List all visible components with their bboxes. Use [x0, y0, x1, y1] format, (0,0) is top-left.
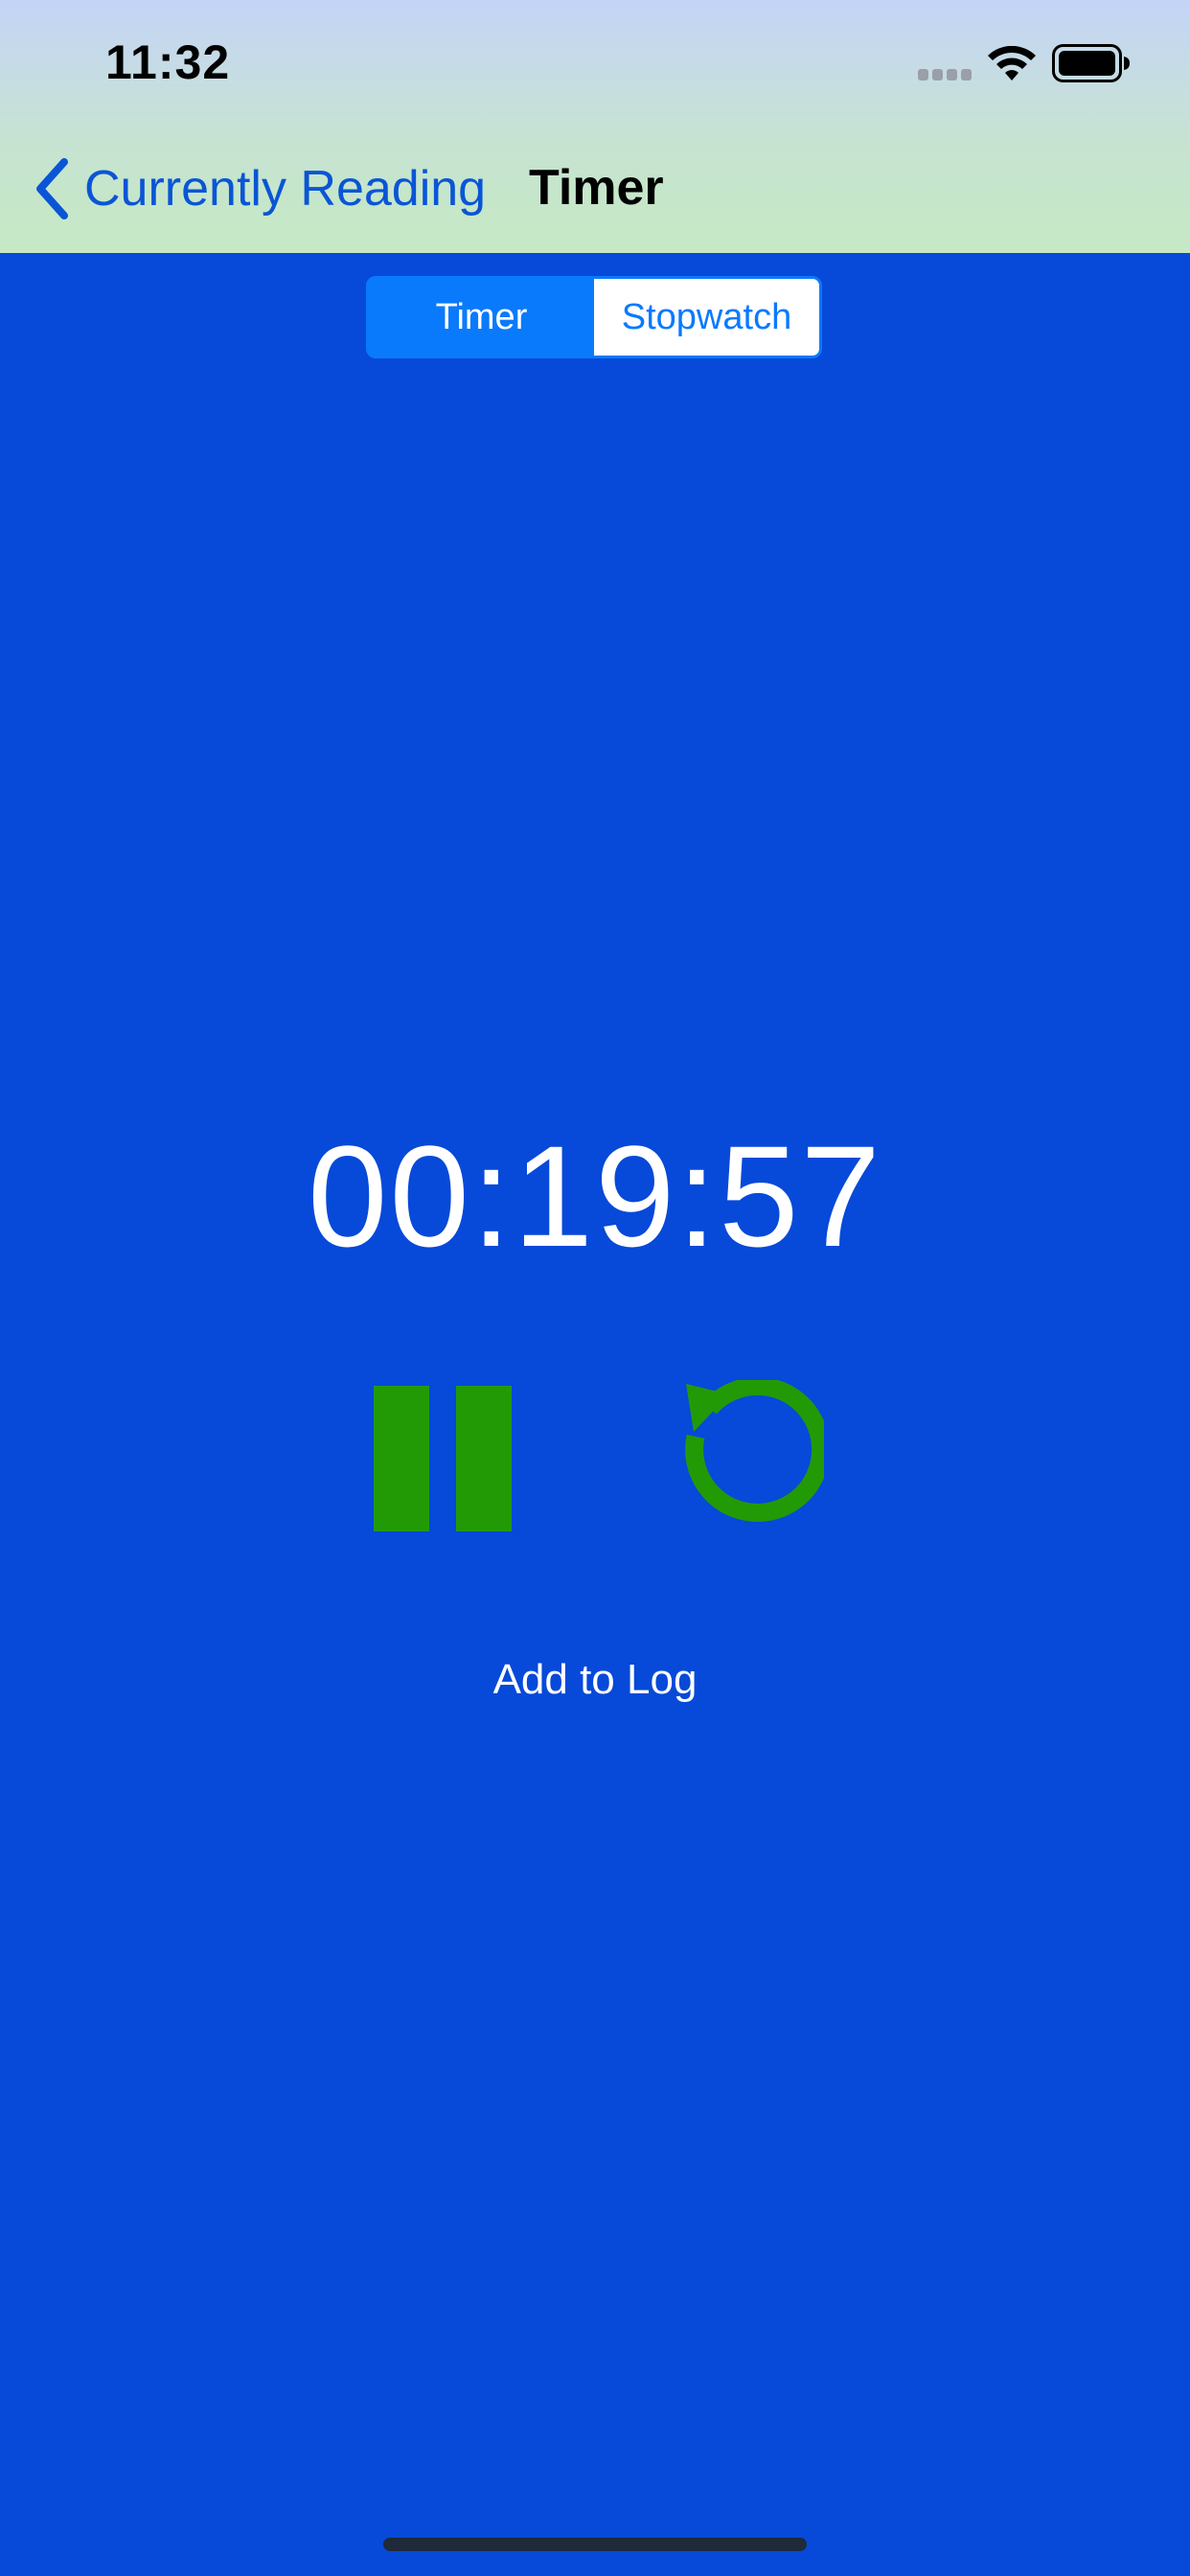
add-to-log-button[interactable]: Add to Log [0, 1656, 1190, 1704]
back-button[interactable]: Currently Reading [33, 155, 486, 222]
navigation-bar: Currently Reading Timer [0, 126, 1190, 253]
status-bar: 11:32 [0, 0, 1190, 126]
home-indicator [383, 2538, 807, 2551]
reset-button[interactable] [671, 1380, 824, 1537]
segment-stopwatch[interactable]: Stopwatch [594, 279, 819, 356]
pause-icon-bar [456, 1386, 512, 1531]
pause-icon [374, 1386, 429, 1531]
timer-display: 00:19:57 [308, 1116, 882, 1276]
reset-icon [685, 1380, 824, 1522]
chevron-left-icon [36, 158, 68, 219]
mode-segmented-control: Timer Stopwatch [366, 276, 822, 358]
battery-icon [1052, 44, 1130, 82]
pause-button[interactable] [372, 1386, 512, 1531]
back-button-label: Currently Reading [84, 161, 487, 217]
status-time: 11:32 [105, 35, 231, 89]
cellular-signal-icon [918, 69, 972, 80]
page-title: Timer [529, 160, 664, 216]
wifi-icon [988, 46, 1036, 80]
segment-timer[interactable]: Timer [369, 279, 594, 356]
